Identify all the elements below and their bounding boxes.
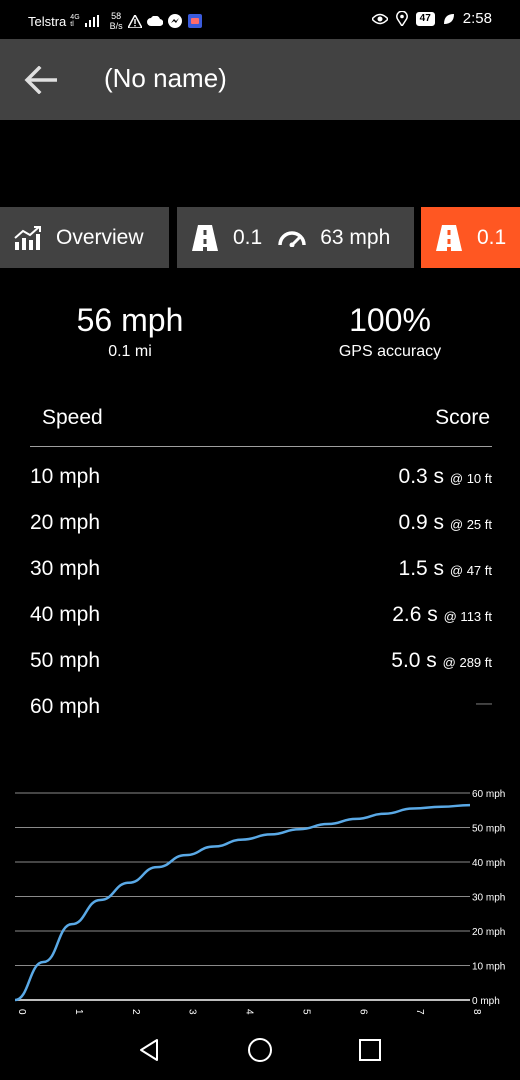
- app-notification-icon: [187, 13, 203, 29]
- tab-overview[interactable]: Overview: [0, 207, 169, 268]
- eye-icon: [371, 11, 388, 27]
- x-tick-label: 6: [357, 1009, 368, 1015]
- square-recents-icon: [359, 1039, 381, 1061]
- row-speed: 60 mph: [30, 695, 101, 718]
- chart-trend-icon: [14, 225, 42, 250]
- y-tick-label: 30 mph: [472, 893, 505, 904]
- back-button[interactable]: [20, 59, 62, 101]
- x-tick-label: 2: [130, 1009, 141, 1015]
- table-row: 50 mph 5.0 s @ 289 ft: [0, 639, 520, 685]
- score-column-header: Score: [435, 406, 490, 429]
- network-type: 4G tl: [70, 14, 80, 28]
- speed-chart-svg: 0 mph 10 mph 20 mph 30 mph 40 mph 50 mph 60 mp…: [14, 789, 505, 1015]
- gps-accuracy-summary: 100% GPS accuracy: [260, 300, 520, 362]
- x-tick-label: 8: [471, 1009, 482, 1015]
- table-row: 60 mph —: [0, 685, 520, 731]
- tab-overview-label: Overview: [56, 225, 144, 249]
- row-speed: 10 mph: [30, 465, 101, 488]
- battery-icon: 47: [415, 11, 435, 26]
- clock: 2:58: [462, 10, 492, 27]
- x-tick-label: 7: [414, 1009, 425, 1015]
- row-score-empty: —: [476, 695, 492, 712]
- y-tick-label: 40 mph: [472, 858, 505, 869]
- gps-accuracy-value: 100%: [349, 302, 431, 338]
- distance-value: 0.1 mi: [108, 343, 152, 360]
- messenger-icon: [167, 13, 183, 29]
- y-tick-label: 0 mph: [472, 996, 500, 1007]
- run-tabs: Overview 0.1 63 mph 0.1: [0, 207, 520, 268]
- run-summary: 56 mph 0.1 mi 100% GPS accuracy: [0, 300, 520, 380]
- back-arrow-icon: [24, 66, 57, 94]
- table-row: 10 mph 0.3 s @ 10 ft: [0, 455, 520, 501]
- table-row: 40 mph 2.6 s @ 113 ft: [0, 593, 520, 639]
- road-icon: [191, 224, 219, 252]
- nav-home-button[interactable]: [244, 1034, 276, 1066]
- location-icon: [394, 11, 410, 27]
- app-bar: (No name): [0, 39, 520, 120]
- road-icon: [435, 224, 463, 252]
- row-score: 0.9 s @ 25 ft: [398, 511, 492, 534]
- tab-run-2-distance: 0.1: [477, 225, 507, 249]
- network-speed: 58 B/s: [109, 11, 123, 31]
- leaf-icon: [441, 11, 457, 27]
- row-speed: 50 mph: [30, 649, 101, 672]
- triangle-back-icon: [140, 1039, 158, 1061]
- x-tick-label: 0: [16, 1009, 27, 1015]
- top-speed-summary: 56 mph 0.1 mi: [0, 300, 260, 362]
- speed-chart: 0 mph 10 mph 20 mph 30 mph 40 mph 50 mph 60 mp…: [0, 780, 520, 1020]
- row-speed: 30 mph: [30, 557, 101, 580]
- y-tick-label: 10 mph: [472, 962, 505, 973]
- status-bar: Telstra 4G tl 58 B/s 47 2:58: [0, 0, 520, 38]
- tab-run-1[interactable]: 0.1 63 mph: [177, 207, 414, 268]
- x-tick-label: 3: [187, 1009, 198, 1015]
- tab-run-2[interactable]: 0.1: [421, 207, 520, 268]
- x-tick-label: 4: [244, 1009, 255, 1015]
- y-tick-label: 50 mph: [472, 824, 505, 835]
- gps-accuracy-label: GPS accuracy: [338, 343, 442, 360]
- row-speed: 20 mph: [30, 511, 101, 534]
- table-row: 30 mph 1.5 s @ 47 ft: [0, 547, 520, 593]
- tab-run-1-speed: 63 mph: [320, 225, 391, 249]
- x-tick-label: 5: [300, 1009, 311, 1015]
- nav-back-button[interactable]: [133, 1034, 165, 1066]
- row-score: 2.6 s @ 113 ft: [392, 603, 492, 626]
- carrier-label: Telstra: [28, 13, 67, 29]
- warning-icon: [127, 13, 143, 29]
- row-score: 1.5 s @ 47 ft: [398, 557, 492, 580]
- y-tick-label: 20 mph: [472, 927, 505, 938]
- cloud-icon: [146, 13, 163, 29]
- tab-run-1-distance: 0.1: [233, 225, 263, 249]
- score-table-header: Speed Score: [30, 400, 492, 447]
- system-nav-bar: [0, 1020, 520, 1080]
- speed-column-header: Speed: [42, 406, 103, 429]
- table-row: 20 mph 0.9 s @ 25 ft: [0, 501, 520, 547]
- signal-icon: [84, 13, 100, 29]
- row-score: 5.0 s @ 289 ft: [391, 649, 492, 672]
- circle-home-icon: [248, 1038, 272, 1062]
- row-speed: 40 mph: [30, 603, 101, 626]
- speedometer-icon: [278, 229, 306, 247]
- speed-series-line: [14, 803, 471, 1002]
- x-tick-label: 1: [73, 1009, 84, 1015]
- nav-recents-button[interactable]: [354, 1034, 386, 1066]
- row-score: 0.3 s @ 10 ft: [398, 465, 492, 488]
- y-tick-label: 60 mph: [472, 789, 505, 800]
- page-title: (No name): [104, 63, 227, 93]
- top-speed-value: 56 mph: [76, 302, 184, 338]
